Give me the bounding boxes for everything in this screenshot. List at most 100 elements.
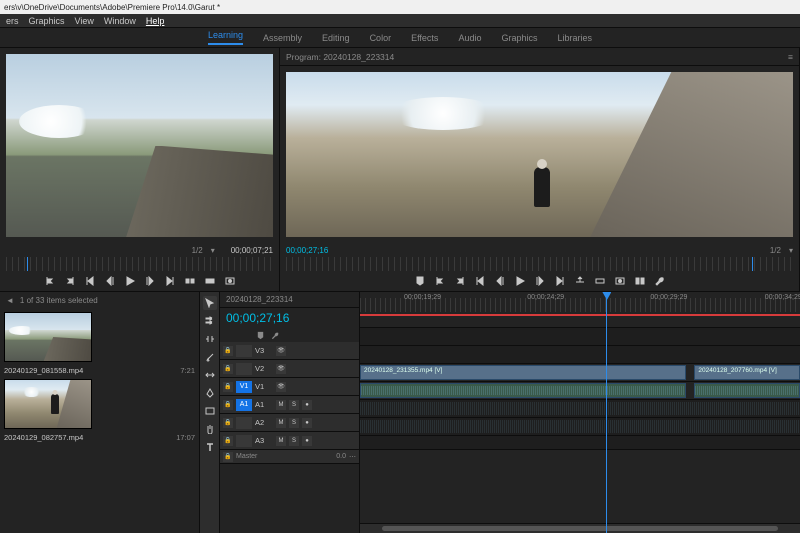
audio-track-header[interactable]: 🔒 A2 M S ●: [220, 414, 359, 432]
panel-menu-icon[interactable]: ≡: [788, 52, 793, 62]
go-to-out-button[interactable]: [163, 274, 177, 288]
menu-item[interactable]: View: [75, 16, 94, 26]
program-playhead[interactable]: [752, 257, 753, 271]
insert-button[interactable]: [183, 274, 197, 288]
lock-toggle[interactable]: 🔒: [223, 436, 233, 446]
audio-lane-a3[interactable]: [360, 418, 800, 436]
clip-thumbnail[interactable]: [4, 312, 92, 362]
video-lane-v2[interactable]: [360, 346, 800, 364]
mark-in-button[interactable]: [43, 274, 57, 288]
track-output-toggle[interactable]: 👁: [276, 382, 286, 392]
timeline-playhead[interactable]: [606, 292, 607, 533]
video-track-header[interactable]: 🔒 V1 V1 👁: [220, 378, 359, 396]
workspace-tab-effects[interactable]: Effects: [411, 33, 438, 43]
comparison-button[interactable]: [633, 274, 647, 288]
video-track-header[interactable]: 🔒 V3 👁: [220, 342, 359, 360]
source-time-ruler[interactable]: [6, 257, 273, 271]
program-zoom[interactable]: 1/2: [770, 246, 781, 255]
source-zoom[interactable]: 1/2: [192, 246, 203, 255]
solo-toggle[interactable]: S: [289, 418, 299, 428]
lock-toggle[interactable]: 🔒: [223, 346, 233, 356]
track-source-patch[interactable]: A1: [236, 399, 252, 411]
ripple-edit-tool[interactable]: [203, 332, 217, 346]
source-playhead[interactable]: [27, 257, 28, 271]
audio-lane-a2[interactable]: [360, 400, 800, 418]
voice-over-toggle[interactable]: ●: [302, 400, 312, 410]
slip-tool[interactable]: [203, 368, 217, 382]
go-to-out-button[interactable]: [553, 274, 567, 288]
timeline-playhead-tc[interactable]: 00;00;27;16: [226, 311, 289, 325]
razor-tool[interactable]: [203, 350, 217, 364]
audio-track-header[interactable]: 🔒 A1 A1 M S ●: [220, 396, 359, 414]
program-monitor[interactable]: [286, 72, 793, 237]
workspace-tab-assembly[interactable]: Assembly: [263, 33, 302, 43]
video-lane-v1[interactable]: 20240128_231355.mp4 [V] 20240128_207760.…: [360, 364, 800, 382]
mark-in-button[interactable]: [433, 274, 447, 288]
workspace-tab-audio[interactable]: Audio: [458, 33, 481, 43]
lock-toggle[interactable]: 🔒: [223, 400, 233, 410]
mark-out-button[interactable]: [63, 274, 77, 288]
timeline-tracks-area[interactable]: 00;00;19;29 00;00;24;29 00;00;29;29 00;0…: [360, 292, 800, 533]
timeline-clip[interactable]: 20240128_231355.mp4 [V]: [360, 365, 686, 380]
step-fwd-button[interactable]: [143, 274, 157, 288]
master-lane[interactable]: [360, 436, 800, 450]
program-tab[interactable]: Program: 20240128_223314: [286, 52, 394, 62]
track-output-toggle[interactable]: 👁: [276, 346, 286, 356]
video-lane-v3[interactable]: [360, 328, 800, 346]
program-timecode[interactable]: 00;00;27;16: [286, 246, 328, 255]
lock-toggle[interactable]: 🔒: [223, 418, 233, 428]
type-tool[interactable]: [203, 440, 217, 454]
project-clip-item[interactable]: [4, 379, 195, 429]
solo-toggle[interactable]: S: [289, 400, 299, 410]
export-frame-button[interactable]: [613, 274, 627, 288]
master-value[interactable]: 0.0: [336, 453, 346, 460]
go-to-in-button[interactable]: [473, 274, 487, 288]
settings-button[interactable]: [653, 274, 667, 288]
play-button[interactable]: [513, 274, 527, 288]
track-source-patch[interactable]: [236, 363, 252, 375]
menu-item[interactable]: Window: [104, 16, 136, 26]
timeline-ruler[interactable]: 00;00;19;29 00;00;24;29 00;00;29;29 00;0…: [360, 292, 800, 328]
expand-icon[interactable]: ⋯: [349, 453, 356, 461]
step-back-button[interactable]: [493, 274, 507, 288]
mute-toggle[interactable]: M: [276, 418, 286, 428]
step-back-button[interactable]: [103, 274, 117, 288]
lock-toggle[interactable]: 🔒: [223, 452, 233, 462]
selection-tool[interactable]: [203, 296, 217, 310]
track-source-patch[interactable]: [236, 345, 252, 357]
source-monitor[interactable]: [6, 54, 273, 237]
rectangle-tool[interactable]: [203, 404, 217, 418]
zoom-handle[interactable]: [382, 526, 778, 531]
timeline-zoom-scrollbar[interactable]: [360, 523, 800, 533]
project-clip-item[interactable]: [4, 312, 195, 362]
audio-track-header[interactable]: 🔒 A3 M S ●: [220, 432, 359, 450]
step-fwd-button[interactable]: [533, 274, 547, 288]
timeline-audio-clip[interactable]: [694, 383, 800, 398]
pen-tool[interactable]: [203, 386, 217, 400]
timeline-clip[interactable]: 20240128_207760.mp4 [V]: [694, 365, 800, 380]
workspace-tab-learning[interactable]: Learning: [208, 30, 243, 45]
go-to-in-button[interactable]: [83, 274, 97, 288]
track-source-patch[interactable]: [236, 417, 252, 429]
lock-toggle[interactable]: 🔒: [223, 382, 233, 392]
workspace-tab-graphics[interactable]: Graphics: [501, 33, 537, 43]
overwrite-button[interactable]: [203, 274, 217, 288]
track-output-toggle[interactable]: 👁: [276, 364, 286, 374]
menu-item[interactable]: ers: [6, 16, 19, 26]
play-button[interactable]: [123, 274, 137, 288]
menu-item-help[interactable]: Help: [146, 16, 165, 26]
mark-out-button[interactable]: [453, 274, 467, 288]
workspace-tab-color[interactable]: Color: [370, 33, 392, 43]
master-track-header[interactable]: 🔒 Master 0.0 ⋯: [220, 450, 359, 464]
export-frame-button[interactable]: [223, 274, 237, 288]
track-source-patch[interactable]: [236, 435, 252, 447]
bin-back-icon[interactable]: ◄: [6, 296, 14, 305]
workspace-tabs[interactable]: Learning Assembly Editing Color Effects …: [0, 28, 800, 48]
add-marker-button[interactable]: [413, 274, 427, 288]
source-timecode-right[interactable]: 00;00;07;21: [231, 246, 273, 255]
voice-over-toggle[interactable]: ●: [302, 436, 312, 446]
track-source-patch[interactable]: V1: [236, 381, 252, 393]
voice-over-toggle[interactable]: ●: [302, 418, 312, 428]
mute-toggle[interactable]: M: [276, 436, 286, 446]
timeline-audio-clip[interactable]: [360, 383, 686, 398]
